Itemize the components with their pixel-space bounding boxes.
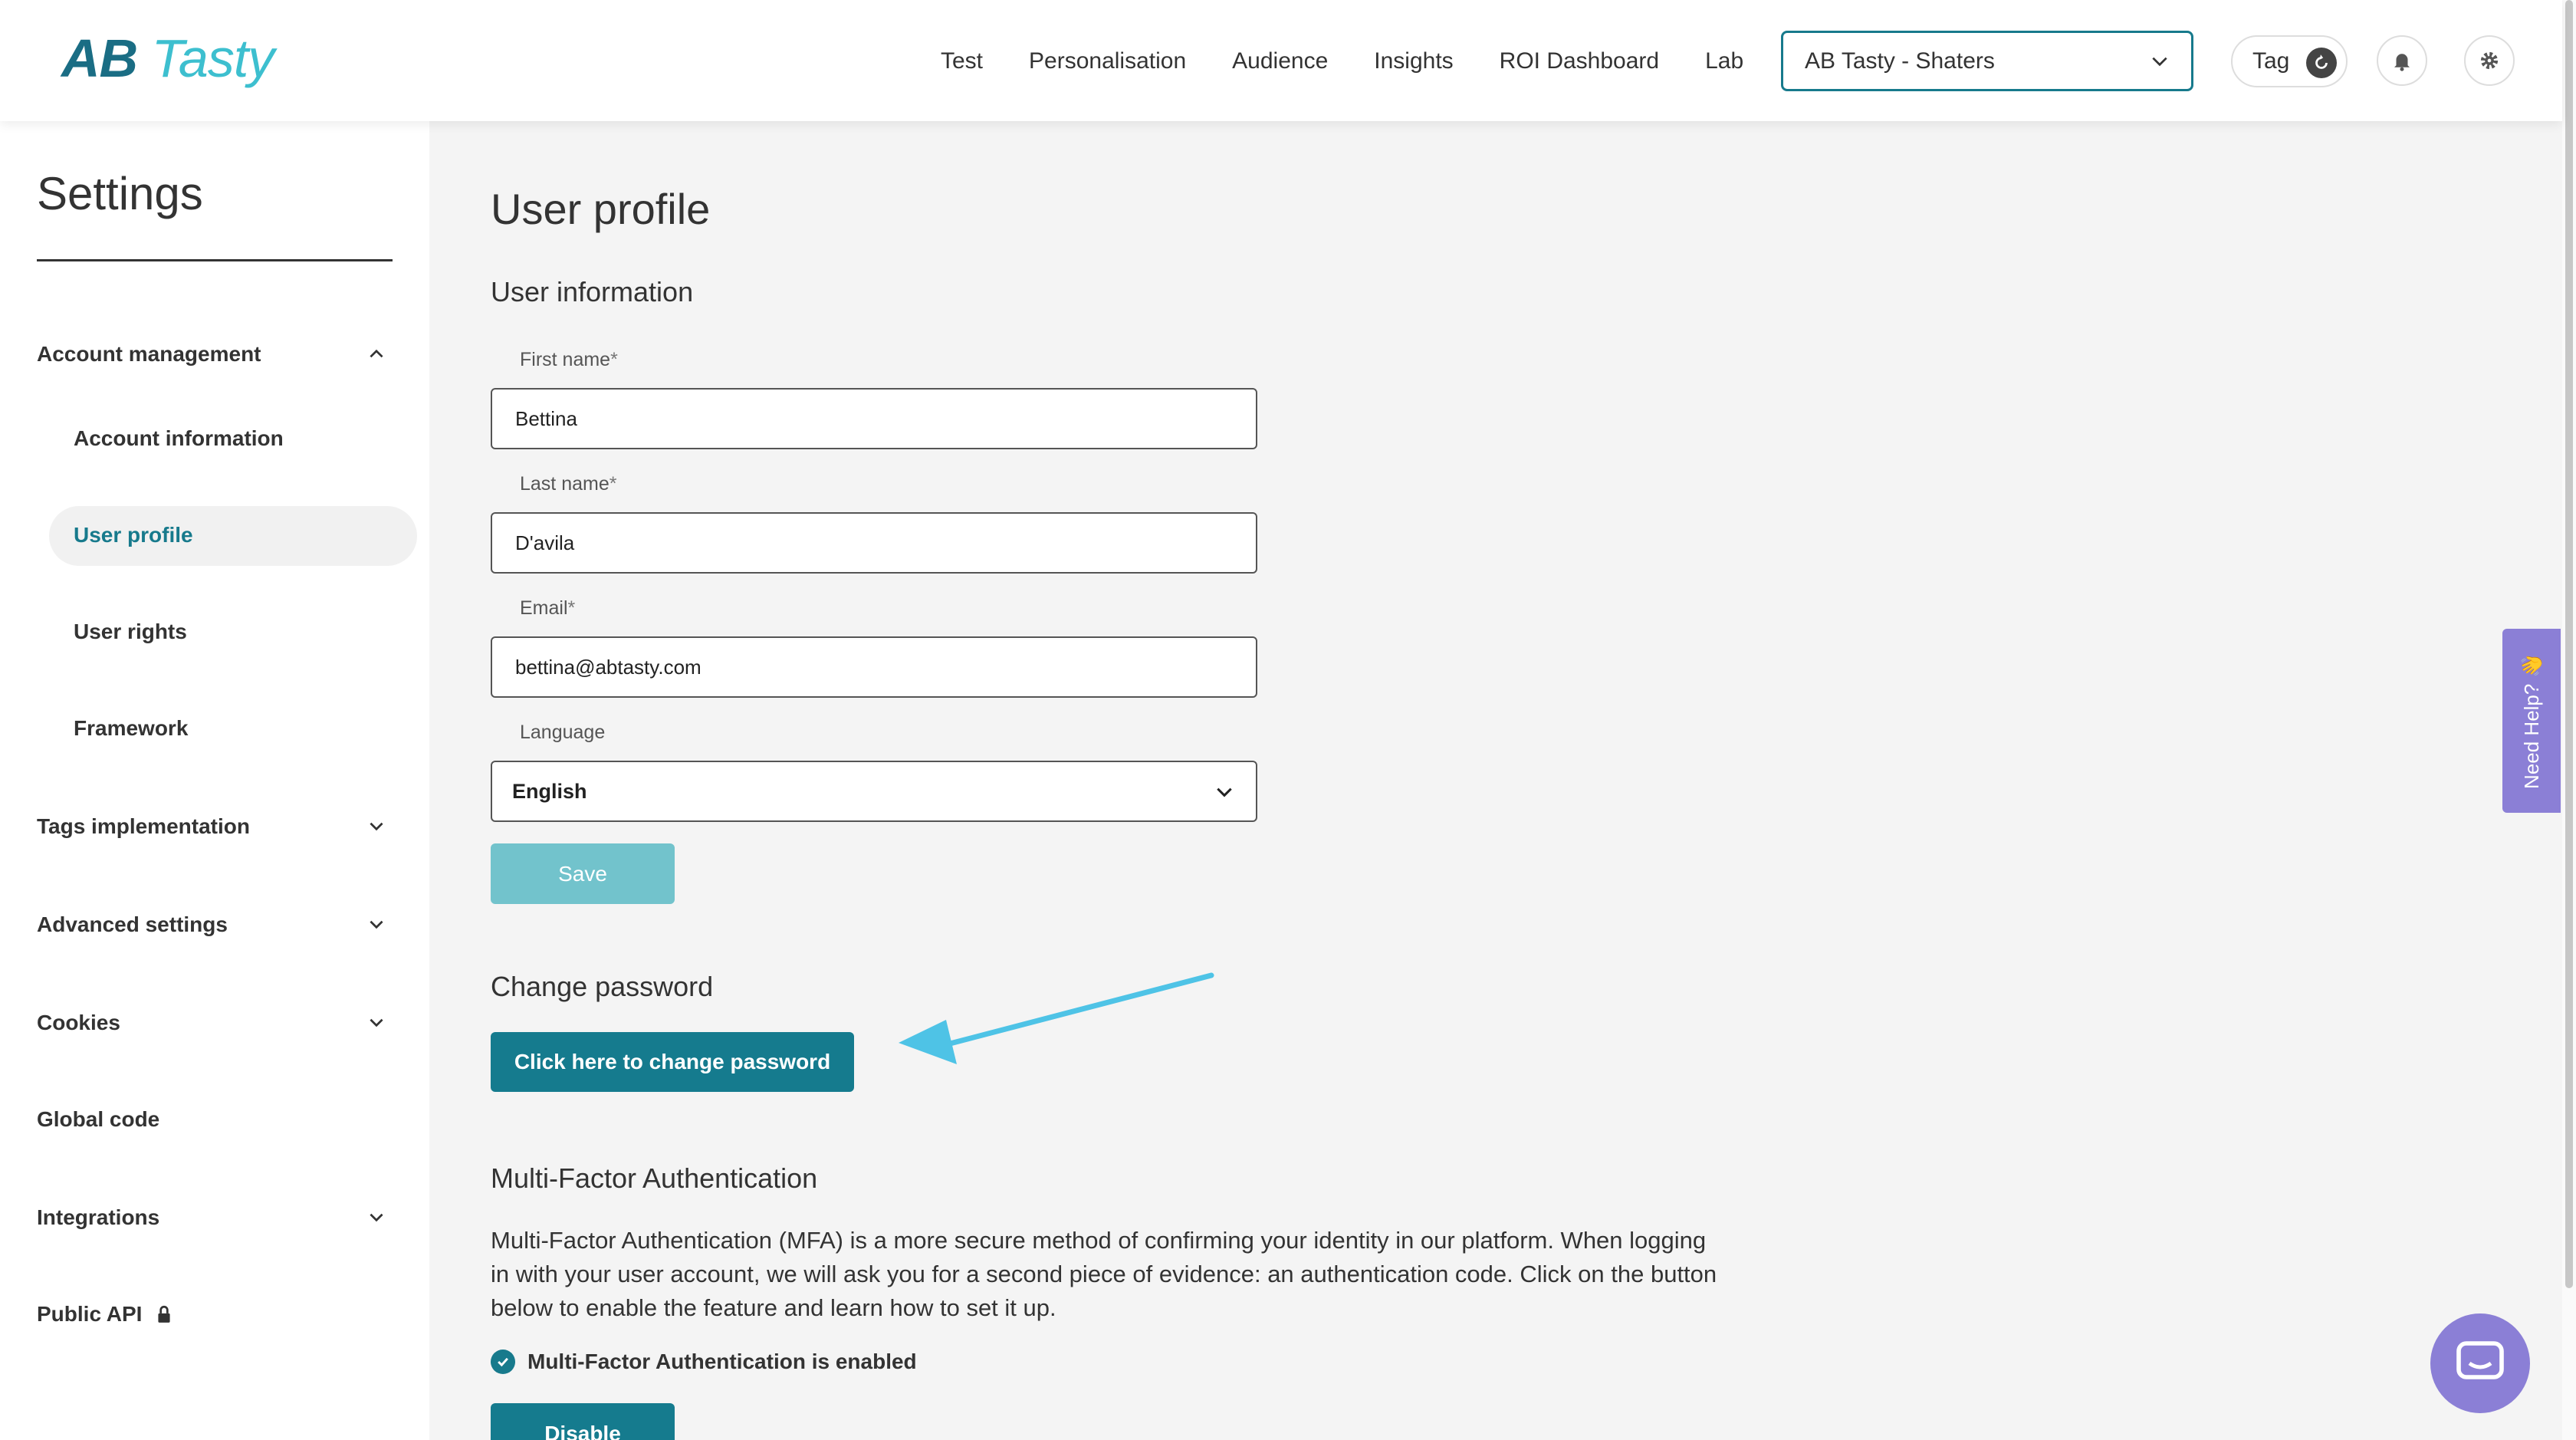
language-select-value: English (512, 779, 587, 803)
first-name-label-text: First name (520, 349, 611, 370)
chevron-down-icon[interactable] (366, 816, 386, 836)
mfa-status: Multi-Factor Authentication is enabled (491, 1350, 917, 1374)
sidebar-item-tags-implementation[interactable]: Tags implementation (37, 814, 250, 839)
lock-icon (158, 1305, 171, 1323)
chevron-down-icon (1217, 787, 1232, 797)
check-circle-icon (491, 1350, 515, 1374)
change-password-heading: Change password (491, 971, 714, 1002)
sidebar-item-public-api-label: Public API (37, 1302, 143, 1326)
chevron-down-icon[interactable] (366, 1207, 386, 1227)
sidebar-item-cookies[interactable]: Cookies (37, 1011, 120, 1035)
top-bar: AB Tasty Test Personalisation Audience I… (0, 0, 2562, 121)
annotation-arrow-icon (899, 972, 1214, 1064)
logo-ab-text: AB (61, 28, 138, 88)
sidebar-item-account-information[interactable]: Account information (74, 426, 284, 451)
sidebar-item-advanced-settings[interactable]: Advanced settings (37, 912, 228, 937)
chat-icon (2456, 1341, 2504, 1379)
scrollbar-thumb[interactable] (2565, 0, 2573, 1288)
last-name-label-text: Last name (520, 473, 610, 495)
gear-icon (2480, 51, 2499, 70)
sidebar-item-framework[interactable]: Framework (74, 716, 188, 741)
nav-audience[interactable]: Audience (1232, 48, 1328, 74)
chat-launcher-button[interactable] (2430, 1313, 2530, 1413)
sidebar-title: Settings (37, 168, 203, 219)
nav-lab[interactable]: Lab (1705, 48, 1743, 74)
tag-label: Tag (2252, 48, 2290, 74)
language-select[interactable]: English (491, 761, 1257, 822)
nav-personalisation[interactable]: Personalisation (1029, 48, 1186, 74)
chevron-up-icon[interactable] (366, 344, 386, 363)
mfa-description: Multi-Factor Authentication (MFA) is a m… (491, 1227, 1717, 1321)
sidebar-item-integrations[interactable]: Integrations (37, 1205, 159, 1230)
ab-tasty-logo[interactable]: AB Tasty (61, 28, 274, 89)
chevron-down-icon[interactable] (366, 1012, 386, 1032)
email-label: Email* (520, 597, 575, 620)
email-field[interactable]: bettina@abtasty.com (491, 636, 1257, 698)
chevron-down-icon (2152, 57, 2167, 67)
refresh-icon (2306, 48, 2337, 78)
page-title: User profile (491, 185, 711, 233)
notifications-button[interactable] (2377, 35, 2427, 86)
required-mark: * (610, 349, 618, 370)
account-selector-value: AB Tasty - Shaters (1805, 48, 1995, 74)
mfa-status-text: Multi-Factor Authentication is enabled (527, 1350, 917, 1373)
required-mark: * (609, 473, 617, 495)
sidebar-item-global-code[interactable]: Global code (37, 1107, 159, 1132)
last-name-label: Last name* (520, 473, 616, 495)
user-information-heading: User information (491, 276, 694, 307)
save-button[interactable]: Save (491, 843, 675, 904)
main-nav: Test Personalisation Audience Insights R… (941, 44, 1789, 78)
chevron-down-icon[interactable] (366, 914, 386, 934)
need-help-label: Need Help? 👋 (2519, 653, 2543, 789)
last-name-field[interactable]: D'avila (491, 512, 1257, 574)
mfa-heading: Multi-Factor Authentication (491, 1162, 818, 1194)
change-password-button[interactable]: Click here to change password (491, 1032, 854, 1092)
nav-roi-dashboard[interactable]: ROI Dashboard (1500, 48, 1659, 74)
required-mark: * (567, 597, 576, 619)
tag-status-button[interactable]: Tag (2231, 35, 2348, 87)
sidebar-item-user-rights[interactable]: User rights (74, 620, 187, 644)
language-label: Language (520, 722, 606, 743)
sidebar-divider (37, 259, 393, 261)
logo-tasty-text: Tasty (151, 28, 275, 88)
settings-sidebar: Settings Account management Account info… (0, 121, 429, 1440)
account-selector[interactable]: AB Tasty - Shaters (1781, 31, 2193, 91)
sidebar-item-account-management[interactable]: Account management (37, 342, 261, 367)
first-name-label: First name* (520, 349, 618, 371)
nav-test[interactable]: Test (941, 48, 983, 74)
settings-button[interactable] (2464, 35, 2515, 86)
first-name-field[interactable]: Bettina (491, 388, 1257, 449)
email-label-text: Email (520, 597, 568, 619)
disable-mfa-button[interactable]: Disable (491, 1403, 675, 1440)
sidebar-item-user-profile[interactable]: User profile (74, 523, 193, 547)
bell-icon (2394, 54, 2410, 71)
need-help-tab[interactable]: Need Help? 👋 (2502, 629, 2561, 813)
nav-insights[interactable]: Insights (1374, 48, 1453, 74)
sidebar-item-public-api[interactable]: Public API (37, 1302, 174, 1327)
